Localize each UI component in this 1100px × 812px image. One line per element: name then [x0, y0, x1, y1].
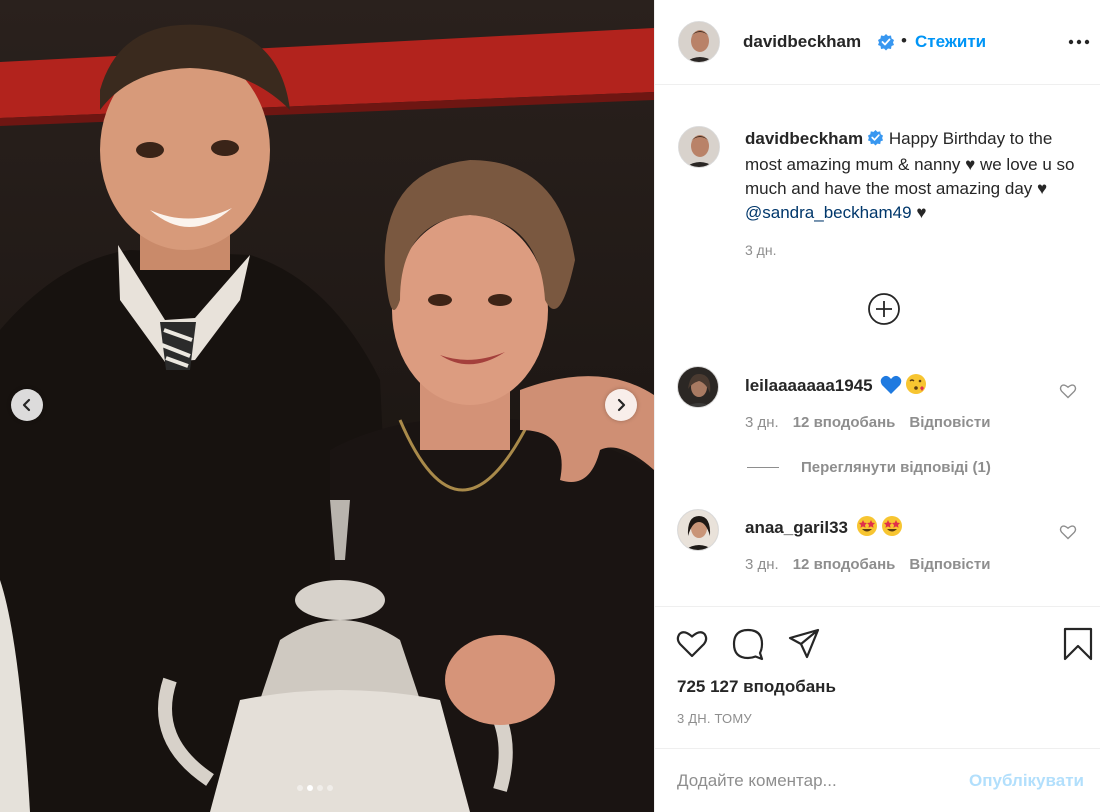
follow-separator: • [901, 31, 907, 50]
carousel-dot [327, 785, 333, 791]
caption-timestamp[interactable]: 3 дн. [745, 242, 776, 258]
blue-heart-icon [880, 375, 902, 400]
caption-body-end: ♥ [911, 203, 927, 222]
comment-reply-button[interactable]: Відповісти [909, 414, 990, 431]
comments-list[interactable]: davidbeckham Happy Birthday to the most … [655, 86, 1100, 606]
follow-button[interactable]: Стежити [915, 32, 986, 52]
send-icon[interactable] [787, 627, 821, 661]
verified-badge-icon [867, 129, 884, 153]
comment-icon[interactable] [731, 627, 765, 661]
comment-reply-button[interactable]: Відповісти [909, 556, 990, 573]
add-comment-bar: Опублікувати [655, 748, 1100, 812]
more-horizontal-icon[interactable] [1065, 32, 1093, 52]
comment-likes-count[interactable]: 12 вподобань [793, 556, 896, 573]
comment-timestamp[interactable]: 3 дн. [745, 414, 779, 431]
caption-text: davidbeckham Happy Birthday to the most … [745, 127, 1085, 225]
replies-divider [747, 467, 779, 468]
caption-avatar[interactable] [678, 126, 720, 168]
view-replies-label: Переглянути відповіді (1) [801, 459, 991, 476]
photo-image [0, 24, 654, 812]
heart-icon[interactable] [1059, 523, 1077, 541]
avatar-image [679, 127, 719, 167]
avatar-image [678, 367, 718, 407]
bookmark-icon[interactable] [1061, 627, 1095, 661]
commenter-avatar[interactable] [677, 509, 719, 551]
caption-username[interactable]: davidbeckham [745, 129, 863, 148]
carousel-indicator [297, 785, 333, 791]
post-header: davidbeckham • Стежити [655, 0, 1100, 85]
author-avatar[interactable] [678, 21, 720, 63]
avatar-image [678, 510, 718, 550]
comment-meta: 3 дн. 12 вподобань Відповісти [745, 414, 990, 431]
caption-mention-link[interactable]: @sandra_beckham49 [745, 203, 912, 222]
commenter-username[interactable]: leilaaaaaaa1945 [745, 376, 873, 395]
carousel-dot [297, 785, 303, 791]
plus-circle-icon[interactable] [867, 292, 901, 326]
heart-icon[interactable] [1059, 382, 1077, 400]
heart-icon[interactable] [675, 627, 709, 661]
comment-meta: 3 дн. 12 вподобань Відповісти [745, 556, 990, 573]
star-struck-icon [881, 515, 903, 542]
face-blowing-kiss-icon [905, 373, 927, 400]
commenter-avatar[interactable] [677, 366, 719, 408]
carousel-dot [317, 785, 323, 791]
carousel-prev-button[interactable] [11, 389, 43, 421]
post-photo[interactable] [0, 0, 654, 812]
view-replies-button[interactable]: Переглянути відповіді (1) [747, 459, 991, 476]
verified-badge-icon [877, 33, 895, 56]
avatar-image [679, 22, 719, 62]
chevron-right-icon [617, 398, 626, 412]
comment-text: anaa_garil33 [745, 515, 903, 542]
author-username[interactable]: davidbeckham [743, 32, 861, 52]
chevron-left-icon [22, 398, 31, 412]
commenter-username[interactable]: anaa_garil33 [745, 518, 848, 537]
post-date[interactable]: 3 ДН. ТОМУ [677, 711, 752, 726]
star-struck-icon [856, 515, 878, 542]
carousel-dot [307, 785, 313, 791]
comment-timestamp[interactable]: 3 дн. [745, 556, 779, 573]
comment-input[interactable] [677, 767, 947, 795]
publish-button[interactable]: Опублікувати [969, 771, 1084, 791]
comment-likes-count[interactable]: 12 вподобань [793, 414, 896, 431]
carousel-next-button[interactable] [605, 389, 637, 421]
post-likes-count[interactable]: 725 127 вподобань [677, 677, 836, 697]
post-actions: 725 127 вподобань 3 ДН. ТОМУ [655, 606, 1100, 746]
post-side-panel: davidbeckham • Стежити davidbeckham Happ… [654, 0, 1100, 812]
comment-text: leilaaaaaaa1945 [745, 373, 927, 400]
